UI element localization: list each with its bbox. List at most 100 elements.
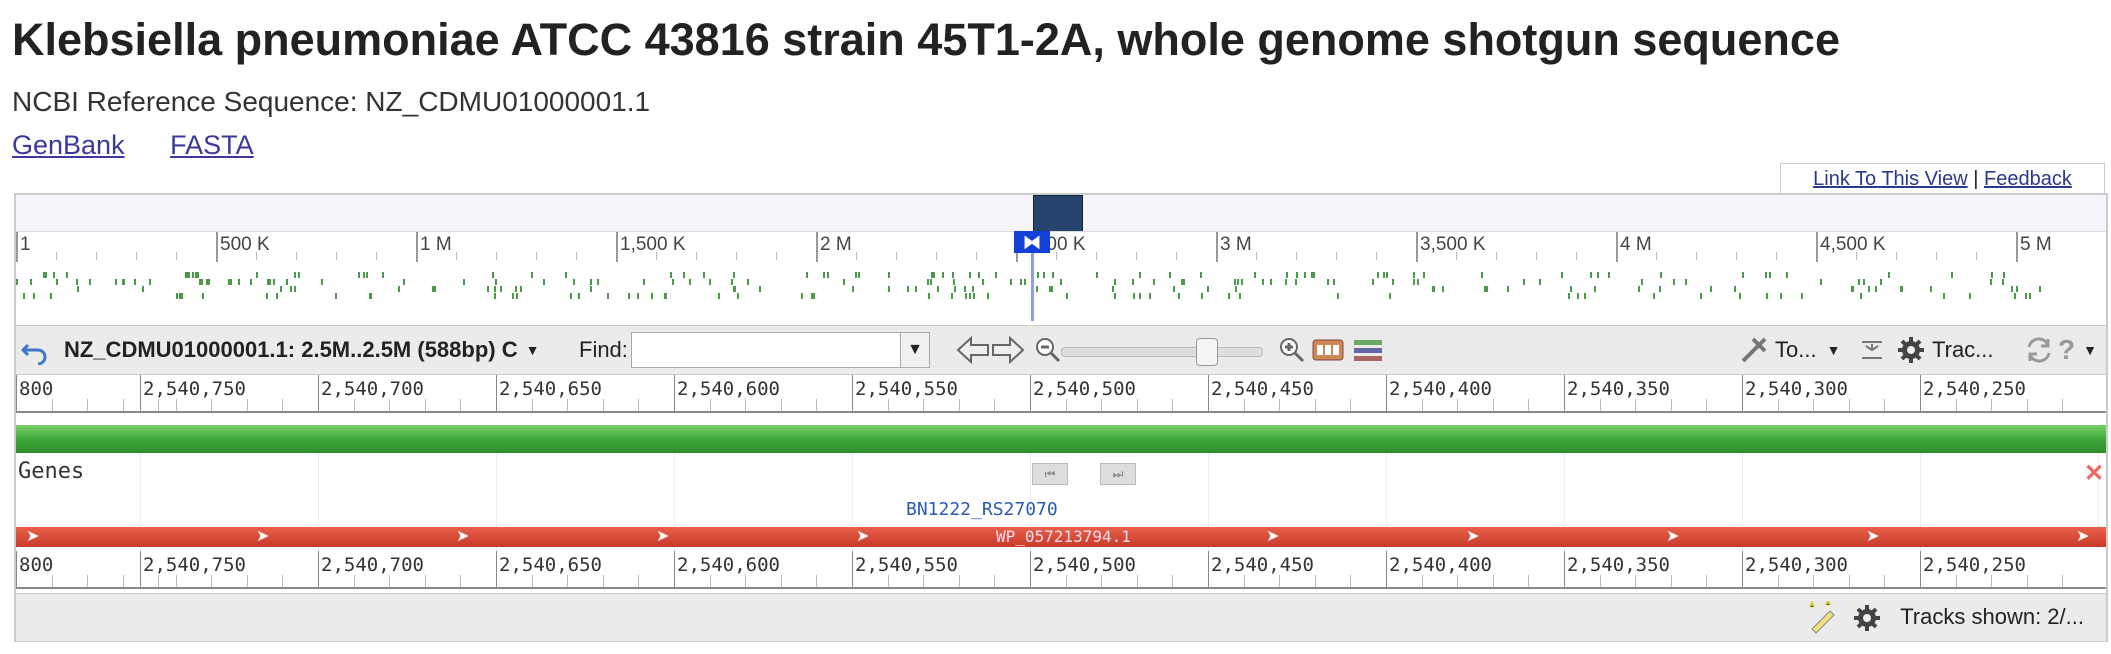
ruler-minor-tick [780,399,782,411]
arrow-icon: ➤ [256,528,270,545]
overview-minor-tick [696,252,697,260]
overview-feature-mark [1239,293,1241,299]
overview-feature-mark [56,279,58,285]
ruler-minor-tick [638,399,640,411]
ruler-tick [1208,375,1209,411]
overview-feature-mark [1590,272,1592,278]
arrow-icon: ➤ [1866,528,1880,545]
overview-feature-mark [286,279,288,285]
protein-feature-bar[interactable]: ➤ ➤ ➤ ➤ ➤ WP_057213794.1 ➤ ➤ ➤ ➤ ➤ [16,527,2106,547]
overview-feature-mark [1010,279,1012,285]
zoom-slider[interactable] [1061,347,1263,357]
ruler-minor-tick [282,575,284,587]
overview-feature-mark [1673,279,1675,285]
ruler-minor-tick [158,575,160,587]
ruler-minor-tick [1492,575,1494,587]
zoom-slider-thumb[interactable] [1196,338,1218,366]
tracks-shown-label[interactable]: Tracks shown: 2/... [1900,604,2084,630]
zoom-in-icon[interactable] [1278,326,1306,374]
ruler-minor-tick [389,575,391,587]
gear-icon[interactable] [1852,594,1882,641]
overview-feature-mark [403,279,405,285]
overview-minor-tick [1576,252,1577,260]
overview-feature-mark [1149,293,1151,299]
previous-feature-button[interactable]: ⏮ [1032,463,1068,485]
pan-right-icon[interactable] [991,326,1025,374]
link-to-view-link[interactable]: Link To This View [1813,168,1968,190]
ruler-tick [140,375,141,411]
tracks-menu[interactable]: Trac... [1896,326,1994,374]
ruler-minor-tick [638,575,640,587]
overview-feature-mark [1241,279,1243,285]
overview-feature-mark [1066,293,1068,299]
overview-feature-mark [1036,286,1038,292]
track-settings-icon[interactable] [1352,326,1384,374]
ruler-tick-label: 2,540,300 [1745,554,1848,576]
overview-minor-tick [1376,252,1377,260]
zoom-out-icon[interactable] [1034,326,1062,374]
fasta-link[interactable]: FASTA [170,130,254,160]
overview-feature-mark [1153,279,1155,285]
sequence-selector[interactable]: NZ_CDMU01000001.1: 2.5M..2.5M (588bp) C … [64,326,539,374]
ruler-minor-tick [51,399,53,411]
overview-minor-tick [376,252,377,260]
genbank-link[interactable]: GenBank [12,130,125,160]
overview-feature-mark [1739,293,1741,299]
overview-feature-mark [516,293,518,299]
overview-feature-mark [53,272,55,278]
feedback-link[interactable]: Feedback [1984,168,2072,190]
ruler-minor-tick [1421,575,1423,587]
help-menu[interactable]: ? ▼ [2058,326,2097,374]
ruler-minor-tick [602,399,604,411]
overview-feature-mark [1114,279,1116,285]
ruler-minor-tick [2026,575,2028,587]
gene-label[interactable]: BN1222_RS27070 [906,499,1058,520]
overview-tick [616,232,618,262]
overview-feature-mark [1413,272,1415,278]
next-feature-button[interactable]: ⏭ [1100,463,1136,485]
overview-feature-mark [973,293,975,299]
overview-feature-mark [1742,272,1744,278]
overview-feature-mark [1700,293,1702,299]
overview-feature-mark [1020,279,1022,285]
reload-icon[interactable] [2024,326,2054,374]
overview-feature-mark [852,286,854,292]
ruler-minor-tick [1884,575,1886,587]
overview-tick-label: 1 [20,234,31,255]
overview-feature-mark [134,279,136,285]
pan-left-icon[interactable] [956,326,990,374]
sequence-view-icon[interactable] [1312,326,1344,374]
position-marker[interactable]: ⧓ [1014,231,1050,253]
ruler-tick-label: 2,540,300 [1745,378,1848,400]
find-input[interactable] [631,332,901,368]
find-dropdown-icon[interactable]: ▼ [900,332,930,368]
collapse-icon[interactable] [1858,326,1886,374]
overview-feature-mark [930,279,932,285]
overview-minor-tick [1936,252,1937,260]
overview-selection[interactable] [1033,195,1083,233]
overview-tick-label: 4 M [1620,234,1652,255]
overview-feature-mark [915,286,917,292]
gene-coverage-bar[interactable] [16,425,2106,453]
overview-feature-mark [1653,293,1655,299]
overview-ruler[interactable]: 1 500 K 1 M 1,500 K 2 M 2,500 K 3 M 3,50… [16,231,2106,322]
ruler-minor-tick [175,399,177,411]
undo-icon[interactable] [20,326,50,374]
overview-feature-mark [590,286,592,292]
overview-panel[interactable]: 1 500 K 1 M 1,500 K 2 M 2,500 K 3 M 3,50… [16,195,2106,322]
overview-tick-label: 4,500 K [1820,234,1886,255]
overview-feature-mark [1561,272,1563,278]
overview-feature-mark [1333,279,1335,285]
tools-menu[interactable]: To... ▼ [1739,326,1840,374]
close-icon[interactable]: ✕ [2084,459,2104,488]
overview-feature-mark [978,272,980,278]
overview-minor-tick [856,252,857,260]
overview-feature-mark [1237,279,1239,285]
ruler-minor-tick [211,399,213,411]
ruler-minor-tick [1635,399,1637,411]
overview-feature-mark [1568,293,1570,299]
overview-feature-mark [1820,279,1822,285]
gear-icon [1898,337,1924,363]
edit-icon[interactable] [1806,594,1840,641]
sequence-label: NZ_CDMU01000001.1: 2.5M..2.5M (588bp) C [64,337,518,362]
